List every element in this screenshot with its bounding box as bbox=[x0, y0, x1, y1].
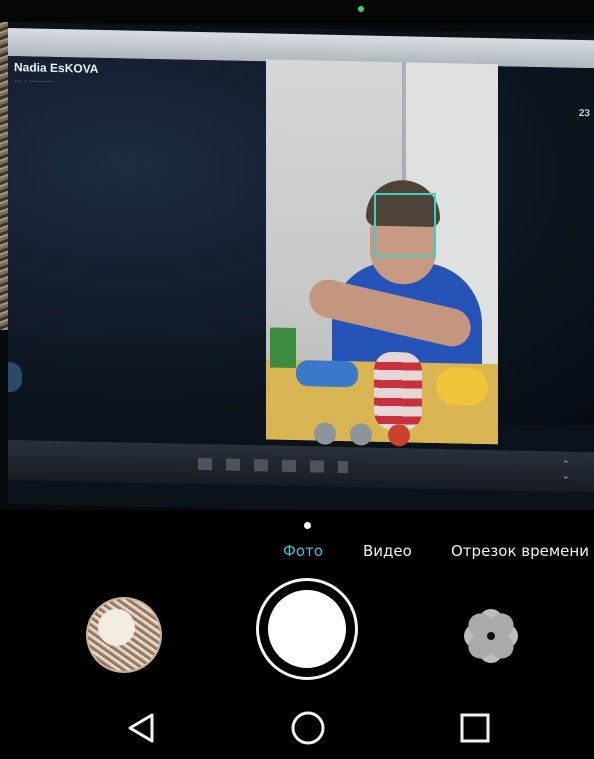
shutter-core bbox=[268, 590, 346, 668]
gallery-thumbnail[interactable] bbox=[86, 597, 162, 673]
home-circle-icon bbox=[291, 711, 325, 745]
camera-indicator-light bbox=[358, 6, 364, 12]
back-triangle-icon bbox=[128, 713, 154, 743]
nav-back-button[interactable] bbox=[117, 704, 165, 752]
mode-timelapse[interactable]: Отрезок времени bbox=[451, 542, 594, 560]
face-detection-box bbox=[374, 193, 436, 257]
mode-video[interactable]: Видео bbox=[363, 542, 412, 560]
caller-name: Nadia EsKOVA bbox=[14, 60, 99, 76]
mic-button-icon bbox=[314, 422, 336, 445]
taskbar-icons bbox=[198, 457, 348, 474]
camera-button-icon bbox=[350, 423, 372, 446]
filter-effects-button[interactable] bbox=[456, 601, 526, 671]
toy-car bbox=[296, 360, 358, 388]
caller-subtitle: ··· · ········· bbox=[14, 76, 54, 86]
nav-recents-button[interactable] bbox=[451, 704, 499, 752]
shutter-button[interactable] bbox=[256, 578, 358, 680]
mode-indicator-dot bbox=[304, 522, 311, 529]
nav-home-button[interactable] bbox=[284, 704, 332, 752]
toy-yellow bbox=[436, 366, 488, 407]
mode-photo[interactable]: Фото bbox=[283, 542, 323, 560]
recents-square-icon bbox=[460, 713, 490, 743]
flower-filter-icon bbox=[464, 609, 518, 663]
toy-block bbox=[270, 327, 296, 369]
end-call-icon bbox=[388, 423, 410, 447]
toy-tower bbox=[374, 351, 422, 431]
phone-top-bezel bbox=[0, 0, 594, 22]
photographed-monitor: Nadia EsKOVA ··· · ········· 23 ⌃ ⌄ bbox=[8, 22, 594, 510]
call-timer: 23 bbox=[578, 107, 590, 120]
tray-arrow-icon: ⌃ ⌄ bbox=[561, 459, 570, 482]
camera-viewfinder[interactable]: Nadia EsKOVA ··· · ········· 23 ⌃ ⌄ bbox=[0, 0, 594, 510]
